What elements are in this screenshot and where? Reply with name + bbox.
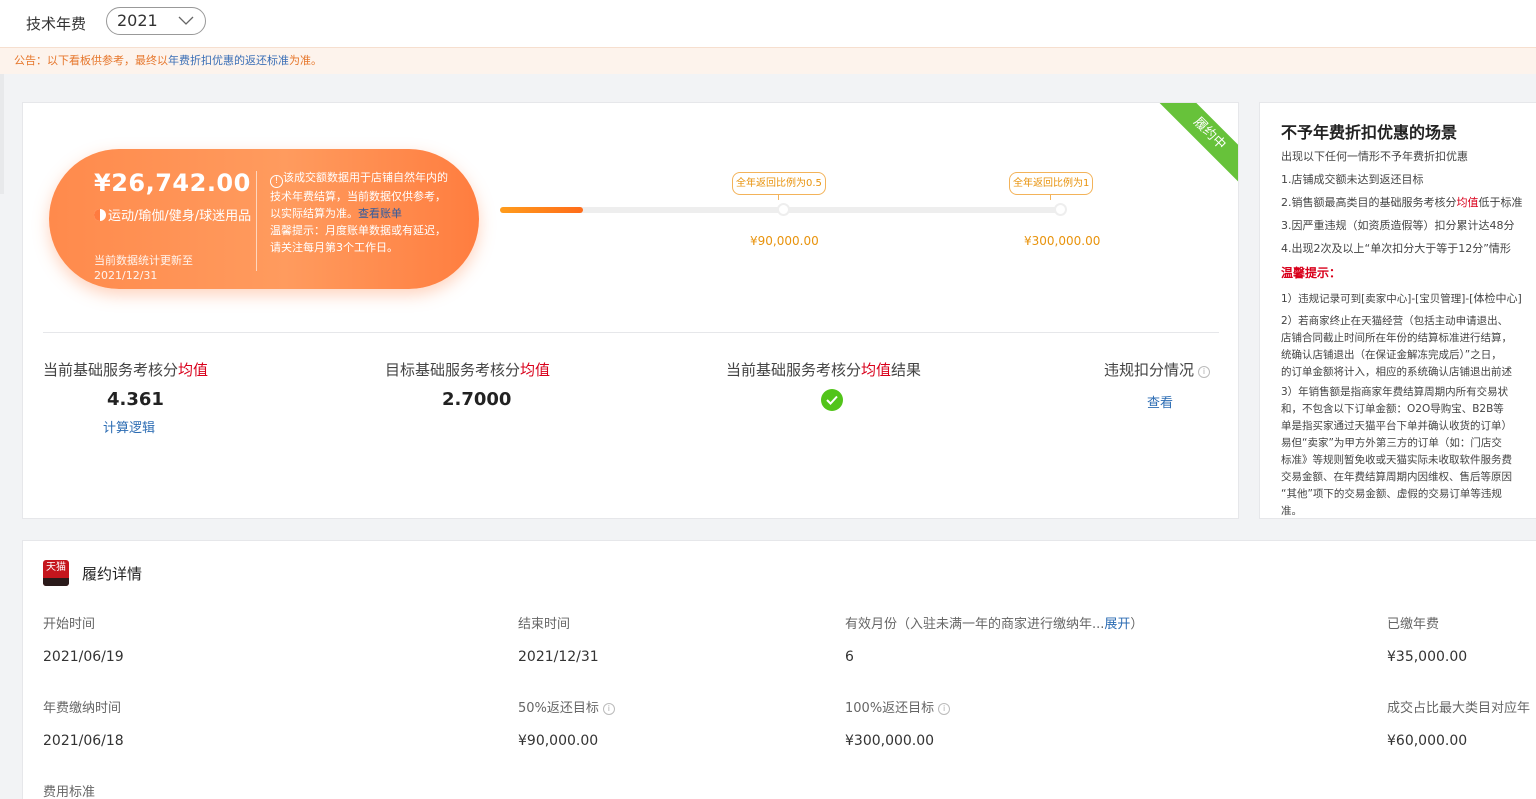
check-circle-icon xyxy=(821,389,843,411)
field-value: ¥60,000.00 xyxy=(1387,733,1468,749)
milestone-tag: 全年返回比例为1 xyxy=(1009,172,1094,200)
current-score-value: 4.361 xyxy=(107,389,164,410)
category-label: 运动/瑜伽/健身/球迷用品 xyxy=(94,207,254,227)
tmall-logo: 天猫 xyxy=(43,560,69,586)
top-bar: 技术年费 2021 xyxy=(0,0,1536,47)
stat-label-violations: 违规扣分情况 i xyxy=(1104,359,1211,380)
rule-item: 4.出现2次及以上“单次扣分大于等于12分”情形 xyxy=(1281,242,1511,255)
year-select-value: 2021 xyxy=(117,11,158,30)
warm-tip-title: 温馨提示： xyxy=(1281,266,1342,280)
view-bill-link[interactable]: 查看账单 xyxy=(358,207,402,220)
target-score-value: 2.7000 xyxy=(442,389,512,410)
rule-item: 2.销售额最高类目的基础服务考核分均值低于标准 xyxy=(1281,196,1523,209)
divider-line xyxy=(43,332,1219,333)
stat-label-current-score: 当前基础服务考核分均值 xyxy=(43,361,209,379)
field-label: 年费缴纳时间 xyxy=(43,701,122,716)
field-value: ¥300,000.00 xyxy=(845,733,935,749)
field-label: 已缴年费 xyxy=(1387,617,1440,632)
field-label: 有效月份（入驻未满一年的商家进行缴纳年...展开） xyxy=(845,617,1144,632)
rule-item: 1.店铺成交额未达到返还目标 xyxy=(1281,173,1424,186)
expand-link[interactable]: 展开 xyxy=(1104,617,1130,632)
milestone-node xyxy=(1054,203,1067,216)
field-label: 费用标准 xyxy=(43,785,96,799)
update-info: 当前数据统计更新至 2021/12/31 xyxy=(94,253,254,283)
milestone-tag: 全年返回比例为0.5 xyxy=(732,172,826,200)
field-label: 100%返还目标 i xyxy=(845,697,951,716)
stat-label-score-result: 当前基础服务考核分均值结果 xyxy=(726,361,922,379)
pill-divider xyxy=(256,171,257,271)
field-label: 开始时间 xyxy=(43,617,96,632)
page-title: 技术年费 xyxy=(26,15,87,33)
rule-item: 3.因严重违规（如资质造假等）扣分累计达48分 xyxy=(1281,219,1515,232)
health-center-link[interactable]: [体检中心] xyxy=(1469,292,1522,305)
milestone-node xyxy=(777,203,790,216)
field-value: ¥35,000.00 xyxy=(1387,649,1468,665)
milestone-value: ¥90,000.00 xyxy=(750,234,819,248)
field-label: 成交占比最大类目对应年 xyxy=(1387,701,1531,716)
tip-1: 1）违规记录可到[卖家中心]-[宝贝管理]-[体检中心] xyxy=(1281,292,1522,305)
notice-prefix: 公告：以下看板供参考，最终以 xyxy=(14,54,168,67)
milestone-value: ¥300,000.00 xyxy=(1024,234,1101,248)
summary-card: 履约中 ¥26,742.00 运动/瑜伽/健身/球迷用品 当前数据统计更新至 2… xyxy=(22,102,1239,519)
info-circle-icon[interactable]: i xyxy=(1198,366,1211,378)
view-violations-link[interactable]: 查看 xyxy=(1147,392,1173,411)
update-date: 2021/12/31 xyxy=(94,269,158,282)
turnover-amount: ¥26,742.00 xyxy=(94,169,251,197)
year-select[interactable]: 2021 xyxy=(106,7,206,35)
turnover-info: ! 该成交额数据用于店铺自然年内的技术年费结算，当前数据仅供参考，以实际结算为准。… xyxy=(270,169,450,256)
rules-subtitle: 出现以下任何一情形不予年费折扣优惠 xyxy=(1281,150,1468,163)
update-label: 当前数据统计更新至 xyxy=(94,254,193,267)
field-value: 2021/12/31 xyxy=(518,649,599,665)
detail-card: 天猫 履约详情 开始时间 2021/06/19 结束时间 2021/12/31 … xyxy=(22,540,1536,799)
notice-bar: 公告：以下看板供参考，最终以年费折扣优惠的返还标准为准。 xyxy=(0,47,1536,74)
rules-title: 不予年费折扣优惠的场景 xyxy=(1281,123,1458,142)
category-text: 运动/瑜伽/健身/球迷用品 xyxy=(108,209,252,224)
calc-logic-link[interactable]: 计算逻辑 xyxy=(103,417,155,436)
tip-3: 3）年销售额是指商家年费结算周期内所有交易状 和，不包含以下订单金额：O2O导购宝… xyxy=(1281,386,1512,517)
chevron-down-icon xyxy=(178,16,194,25)
field-label: 50%返还目标 i xyxy=(518,697,615,716)
info-tip: 温馨提示：月度账单数据或有延迟，请关注每月第3个工作日。 xyxy=(270,224,446,254)
field-label: 结束时间 xyxy=(518,617,571,632)
pie-icon xyxy=(94,209,106,221)
detail-title: 履约详情 xyxy=(82,565,143,583)
info-icon: ! xyxy=(270,175,283,188)
rules-card: 不予年费折扣优惠的场景 出现以下任何一情形不予年费折扣优惠 1.店铺成交额未达到… xyxy=(1259,102,1536,519)
stat-label-target-score: 目标基础服务考核分均值 xyxy=(385,361,551,379)
turnover-pill: ¥26,742.00 运动/瑜伽/健身/球迷用品 当前数据统计更新至 2021/… xyxy=(49,149,479,289)
field-value: 2021/06/19 xyxy=(43,649,124,665)
field-value: 2021/06/18 xyxy=(43,733,124,749)
info-circle-icon[interactable]: i xyxy=(602,703,615,715)
field-value: ¥90,000.00 xyxy=(518,733,599,749)
left-edge-strip xyxy=(0,74,4,194)
status-ribbon: 履约中 xyxy=(1157,103,1238,186)
notice-link[interactable]: 年费折扣优惠的返还标准 xyxy=(168,54,289,67)
progress-fill xyxy=(500,207,583,213)
field-value: 6 xyxy=(845,649,854,665)
tip-2: 2）若商家终止在天猫经营（包括主动申请退出、 店铺合同截止时间所在年份的结算标准进… xyxy=(1281,315,1512,378)
notice-suffix: 为准。 xyxy=(289,54,322,67)
info-circle-icon[interactable]: i xyxy=(938,703,951,715)
